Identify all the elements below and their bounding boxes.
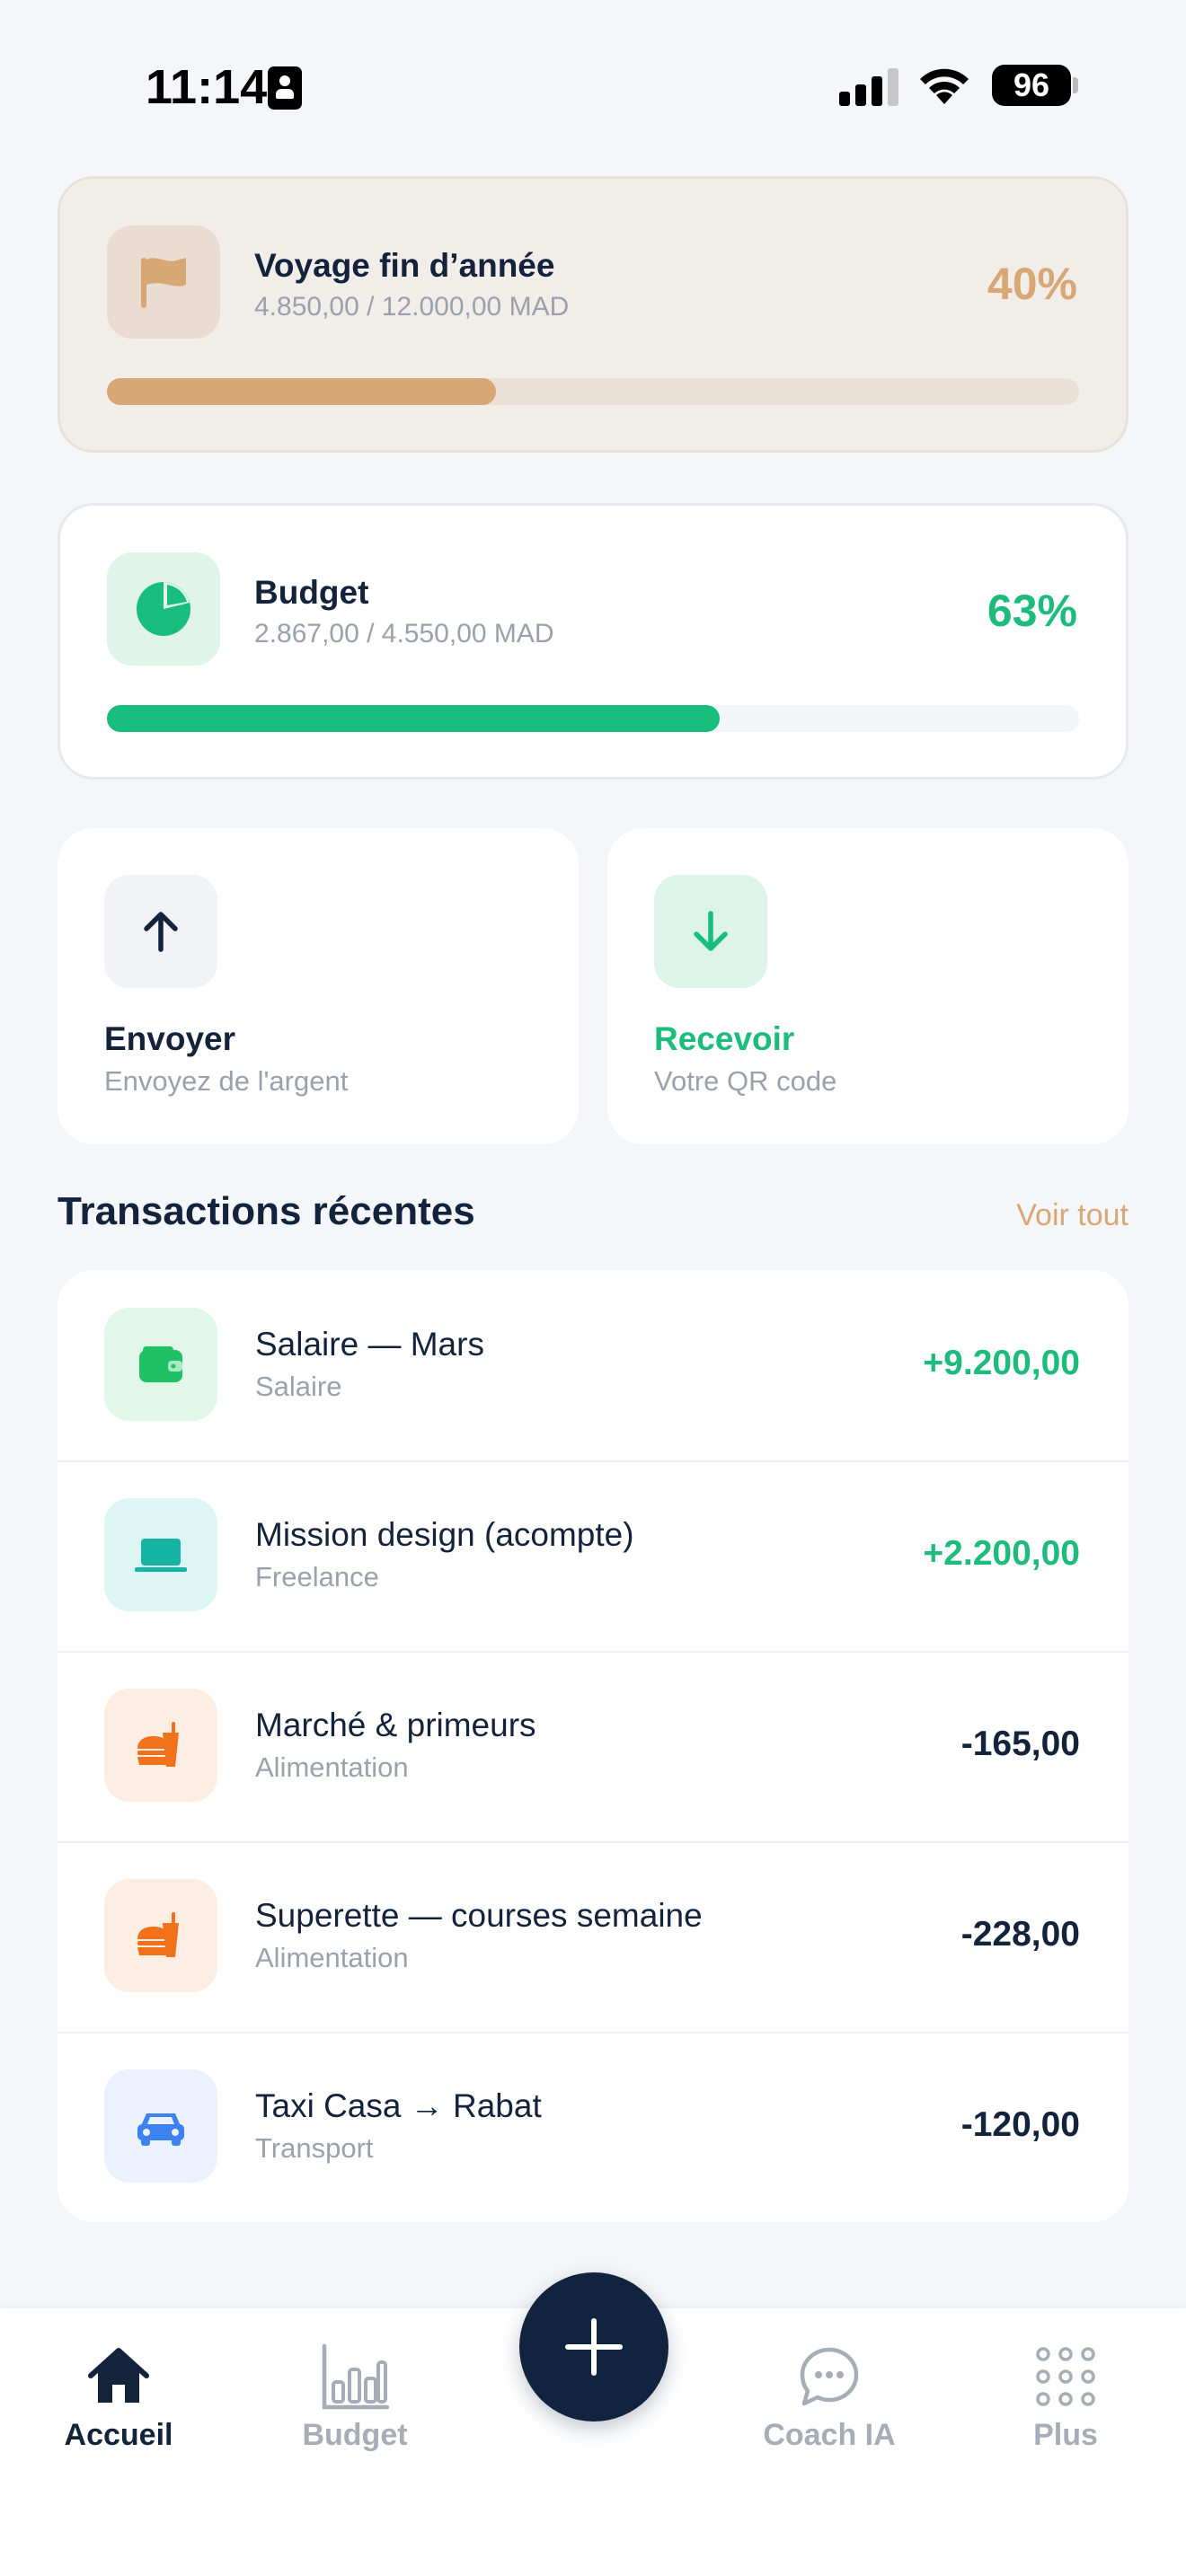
receive-description: Votre QR code — [654, 1065, 837, 1097]
nav-coach-icon-wrap — [793, 2341, 865, 2413]
nav-coach-label: Coach IA — [763, 2418, 896, 2452]
food-icon — [137, 1722, 179, 1767]
tx-category: Freelance — [255, 1561, 379, 1592]
transaction-row[interactable]: Marché & primeurs Alimentation -165,00 — [58, 1651, 1128, 1841]
tx-amount: -165,00 — [960, 1725, 1080, 1763]
nav-budget-label: Budget — [302, 2418, 408, 2452]
tx-icon-box — [104, 1689, 217, 1802]
status-bar: 11:14 96 — [0, 0, 1186, 171]
goal-percent: 40% — [987, 259, 1077, 309]
nav-coach[interactable]: Coach IA — [730, 2308, 928, 2488]
tx-category: Salaire — [255, 1371, 342, 1402]
tx-name: Taxi Casa → Rabat — [255, 2087, 542, 2124]
transactions-heading: Transactions récentes — [58, 1189, 475, 1233]
tx-category: Alimentation — [255, 1751, 409, 1783]
nav-more[interactable]: Plus — [967, 2308, 1164, 2488]
tx-icon-box — [104, 1498, 217, 1611]
nav-home-label: Accueil — [64, 2418, 173, 2452]
receive-icon-box — [654, 875, 767, 988]
send-label: Envoyer — [104, 1020, 236, 1057]
battery-indicator: 96 — [992, 65, 1071, 106]
arrow-down-icon — [694, 911, 728, 951]
laptop-icon — [135, 1539, 187, 1572]
transaction-row[interactable]: Taxi Casa → Rabat Transport -120,00 — [58, 2032, 1128, 2222]
savings-goal-card[interactable]: Voyage fin d’année 4.850,00 / 12.000,00 … — [58, 176, 1128, 453]
goal-progress-track — [107, 378, 1079, 405]
grid-dots-icon — [1036, 2347, 1095, 2406]
send-money-card[interactable]: Envoyer Envoyez de l'argent — [58, 828, 579, 1144]
pie-chart-icon — [137, 582, 190, 636]
tx-category: Alimentation — [255, 1942, 409, 1973]
nav-more-label: Plus — [1033, 2418, 1098, 2452]
budget-icon-box — [107, 552, 220, 666]
tx-icon-box — [104, 1308, 217, 1421]
budget-title: Budget — [254, 574, 369, 611]
budget-amount: 2.867,00 / 4.550,00 MAD — [254, 619, 554, 648]
nav-home-icon-wrap — [83, 2341, 155, 2413]
nav-budget-icon-wrap — [319, 2341, 391, 2413]
tx-icon-box — [104, 2069, 217, 2183]
bar-chart-icon — [322, 2343, 389, 2410]
tx-amount: -120,00 — [960, 2105, 1080, 2144]
food-icon — [137, 1912, 179, 1957]
tx-amount: -228,00 — [960, 1915, 1080, 1954]
add-transaction-button[interactable] — [519, 2272, 668, 2422]
tx-name: Marché & primeurs — [255, 1707, 536, 1743]
see-all-link[interactable]: Voir tout — [1016, 1198, 1128, 1233]
nav-budget[interactable]: Budget — [256, 2308, 454, 2488]
goal-icon-box — [107, 225, 220, 339]
tx-amount: +2.200,00 — [923, 1534, 1080, 1573]
tx-icon-box — [104, 1879, 217, 1992]
battery-tip — [1073, 77, 1078, 93]
flag-icon — [141, 258, 186, 308]
transaction-row[interactable]: Superette — courses semaine Alimentation… — [58, 1841, 1128, 2032]
receive-money-card[interactable]: Recevoir Votre QR code — [607, 828, 1128, 1144]
nav-more-icon-wrap — [1030, 2341, 1102, 2413]
goal-progress-fill — [107, 378, 496, 405]
budget-card[interactable]: Budget 2.867,00 / 4.550,00 MAD 63% — [58, 503, 1128, 780]
tx-name: Mission design (acompte) — [255, 1516, 634, 1553]
receive-label: Recevoir — [654, 1020, 795, 1057]
tx-name: Superette — courses semaine — [255, 1897, 703, 1934]
send-description: Envoyez de l'argent — [104, 1065, 349, 1097]
tx-amount: +9.200,00 — [923, 1344, 1080, 1382]
wifi-icon — [920, 68, 969, 104]
send-icon-box — [104, 875, 217, 988]
home-icon — [88, 2348, 149, 2403]
budget-percent: 63% — [987, 586, 1077, 636]
nav-home[interactable]: Accueil — [20, 2308, 217, 2488]
tx-category: Transport — [255, 2132, 374, 2164]
goal-amount: 4.850,00 / 12.000,00 MAD — [254, 292, 570, 322]
car-icon — [137, 2113, 184, 2146]
transaction-row[interactable]: Mission design (acompte) Freelance +2.20… — [58, 1460, 1128, 1651]
cellular-signal-icon — [839, 68, 898, 106]
wallet-icon — [139, 1346, 182, 1382]
contact-badge-icon — [268, 66, 302, 110]
budget-progress-fill — [107, 705, 720, 732]
budget-progress-track — [107, 705, 1079, 732]
goal-title: Voyage fin d’année — [254, 247, 555, 284]
arrow-up-icon — [144, 912, 178, 952]
tx-name: Salaire — Mars — [255, 1326, 484, 1363]
status-time: 11:14 — [146, 60, 268, 114]
transactions-list: Salaire — Mars Salaire +9.200,00 Mission… — [58, 1270, 1128, 2222]
plus-icon — [565, 2318, 623, 2376]
chat-bubble-icon — [800, 2347, 859, 2406]
transaction-row[interactable]: Salaire — Mars Salaire +9.200,00 — [58, 1270, 1128, 1460]
